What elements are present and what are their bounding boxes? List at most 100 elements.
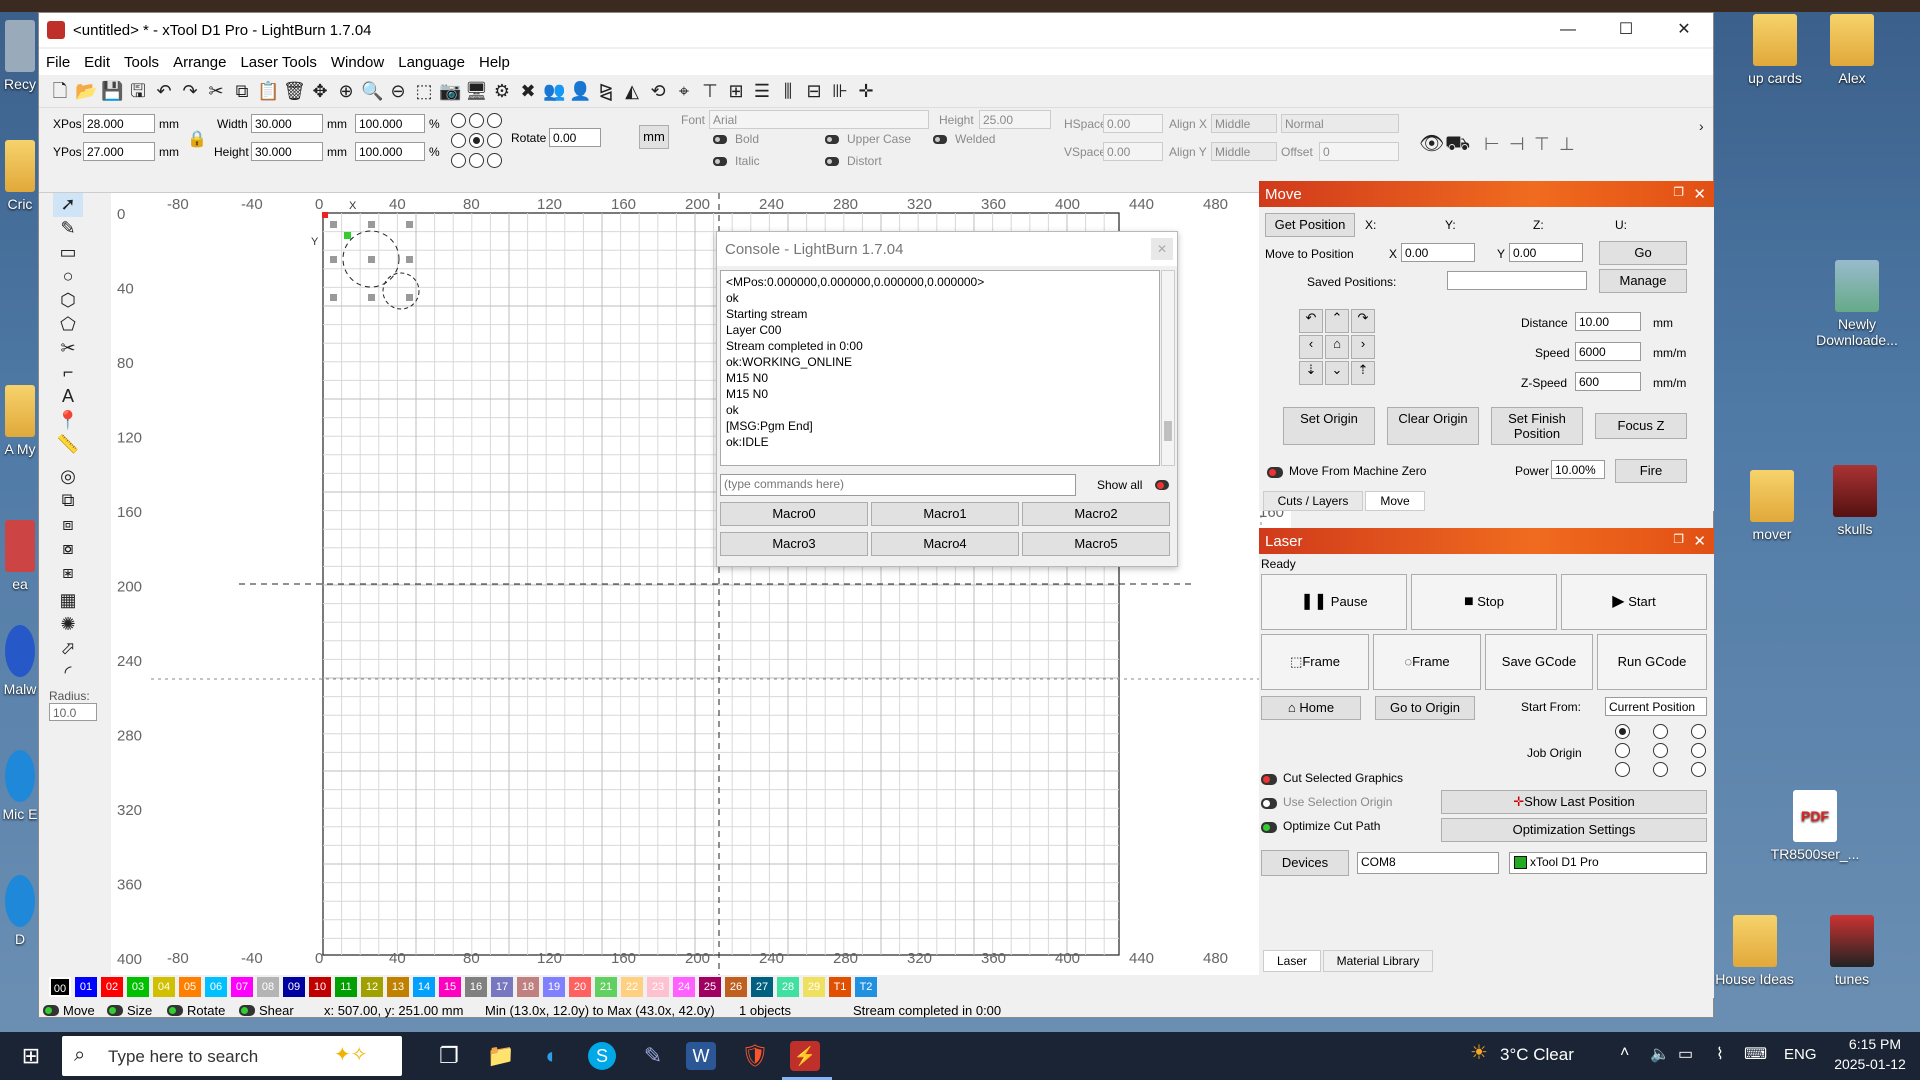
zoom-out-icon[interactable]: ⊖ [387, 80, 409, 102]
tray-chevron-icon[interactable]: ˄ [1620, 1044, 1629, 1062]
move-y-input[interactable]: 0.00 [1509, 243, 1583, 262]
text-mode-select[interactable]: Normal [1281, 114, 1399, 133]
desktop-icon-pdf[interactable]: PDF TR8500ser_... [1765, 790, 1865, 862]
layer-swatch[interactable]: 17 [491, 977, 513, 997]
layer-swatch[interactable]: 27 [751, 977, 773, 997]
save-gcode-button[interactable]: Save GCode [1485, 634, 1593, 690]
optimize-cut-path-toggle[interactable] [1261, 822, 1277, 833]
size-mode-toggle[interactable] [107, 1005, 123, 1016]
distance-input[interactable]: 10.00 [1575, 312, 1641, 331]
go-to-origin-button[interactable]: Go to Origin [1375, 696, 1475, 720]
move-from-zero-toggle[interactable] [1267, 467, 1283, 478]
tools-icon[interactable]: ✖ [517, 80, 539, 102]
open-folder-icon[interactable]: 📂 [75, 80, 97, 102]
font-height-input[interactable]: 25.00 [979, 110, 1051, 129]
ypos-input[interactable]: 27.000 [83, 142, 155, 161]
macro4-button[interactable]: Macro4 [871, 532, 1019, 556]
run-gcode-button[interactable]: Run GCode [1597, 634, 1707, 690]
jog-z-up-icon[interactable]: ⇡ [1351, 361, 1375, 385]
menu-laser-tools[interactable]: Laser Tools [233, 49, 323, 71]
desktop-icon-amy[interactable]: A My [0, 385, 40, 457]
edit-nodes-icon[interactable]: ✂ [53, 337, 83, 361]
layer-swatch[interactable]: 10 [309, 977, 331, 997]
preview-eye-icon[interactable]: 👁 [1419, 133, 1444, 155]
move-x-input[interactable]: 0.00 [1401, 243, 1475, 262]
paste-icon[interactable]: 📋 [257, 80, 279, 102]
distort-toggle[interactable] [825, 157, 839, 166]
tab-cuts-layers[interactable]: Cuts / Layers [1263, 491, 1363, 511]
task-view-icon[interactable]: ❐ [432, 1040, 466, 1072]
offset-input[interactable]: 0 [1319, 142, 1399, 161]
layer-swatch[interactable]: 08 [257, 977, 279, 997]
layer-swatch[interactable]: 07 [231, 977, 253, 997]
layer-swatch[interactable]: 25 [699, 977, 721, 997]
layer-swatch[interactable]: 12 [361, 977, 383, 997]
layer-swatch[interactable]: 16 [465, 977, 487, 997]
radius-input[interactable]: 10.0 [49, 703, 97, 721]
laser-panel-float-icon[interactable]: ❐ [1673, 532, 1684, 546]
move-panel-close-icon[interactable]: ✕ [1693, 185, 1706, 203]
menu-window[interactable]: Window [324, 49, 391, 71]
clear-origin-button[interactable]: Clear Origin [1387, 407, 1479, 445]
port-select[interactable]: COM8 [1357, 852, 1499, 874]
layer-swatch[interactable]: 19 [543, 977, 565, 997]
pan-icon[interactable]: ✥ [309, 80, 331, 102]
laser-panel-close-icon[interactable]: ✕ [1693, 532, 1706, 550]
desktop-icon-recycle[interactable]: Recy [0, 20, 40, 92]
desktop-icon-cric[interactable]: Cric [0, 140, 40, 212]
distribute-icon[interactable]: ☰ [751, 80, 773, 102]
width-input[interactable]: 30.000 [251, 114, 323, 133]
undo-icon[interactable]: ↶ [153, 80, 175, 102]
menu-help[interactable]: Help [472, 49, 517, 71]
clock-date[interactable]: 2025-01-12 [1830, 1056, 1910, 1072]
show-all-toggle[interactable] [1155, 480, 1169, 490]
desktop-icon-tunes[interactable]: tunes [1812, 915, 1892, 987]
jog-right-icon[interactable]: › [1351, 335, 1375, 359]
stop-button[interactable]: ■ Stop [1411, 574, 1557, 630]
font-select[interactable]: Arial [709, 110, 929, 129]
flip-horizontal-icon[interactable]: ⧎ [595, 80, 617, 102]
layer-swatch[interactable]: 09 [283, 977, 305, 997]
manage-button[interactable]: Manage [1599, 269, 1687, 293]
battery-icon[interactable]: ▭ [1678, 1044, 1693, 1064]
copy-icon[interactable]: ⧉ [231, 80, 253, 102]
align-y-select[interactable]: Middle [1211, 142, 1277, 161]
redo-icon[interactable]: ↷ [179, 80, 201, 102]
rotate-input[interactable]: 0.00 [549, 128, 601, 147]
jog-z-down-icon[interactable]: ⇣ [1299, 361, 1323, 385]
devices-button[interactable]: Devices [1261, 850, 1349, 876]
desktop-icon-skulls[interactable]: skulls [1815, 465, 1895, 537]
weld-icon[interactable]: ⧉ [53, 489, 83, 513]
tab-move[interactable]: Move [1365, 491, 1425, 511]
jog-up-icon[interactable]: ⌃ [1325, 309, 1349, 333]
jog-left-icon[interactable]: ‹ [1299, 335, 1323, 359]
save-as-icon[interactable]: 🖫 [127, 80, 149, 102]
layer-swatch[interactable]: 22 [621, 977, 643, 997]
desktop-icon-mover[interactable]: mover [1732, 470, 1812, 542]
zoom-fit-icon[interactable]: ⊕ [335, 80, 357, 102]
keyboard-icon[interactable]: ⌨ [1744, 1044, 1767, 1064]
save-icon[interactable]: 💾 [101, 80, 123, 102]
brave-icon[interactable]: 🛡 [738, 1040, 772, 1072]
desktop-icon-house-ideas[interactable]: House Ideas [1712, 915, 1797, 987]
optimization-settings-button[interactable]: Optimization Settings [1441, 818, 1707, 842]
toolbar-expand-icon[interactable]: › [1699, 115, 1704, 137]
desktop-icon-malw[interactable]: Malw [0, 625, 40, 697]
bold-toggle[interactable] [713, 135, 727, 144]
align-bottom-edge-icon[interactable]: ⊥ [1559, 133, 1575, 155]
layer-swatch[interactable]: T2 [855, 977, 877, 997]
crop-icon[interactable]: ⌐ [53, 361, 83, 385]
hspace-input[interactable]: 0.00 [1103, 114, 1163, 133]
group-icon[interactable]: 👥 [543, 80, 565, 102]
saved-positions-select[interactable] [1447, 271, 1587, 290]
minimize-button[interactable]: — [1539, 13, 1597, 47]
align-left-icon[interactable]: ⊢ [1484, 133, 1500, 155]
grid-array-icon[interactable]: ▦ [53, 589, 83, 613]
cut-selected-toggle[interactable] [1261, 774, 1277, 785]
mirror-icon[interactable]: ◭ [621, 80, 643, 102]
corner-radius-icon[interactable]: ◜ [53, 661, 83, 685]
delete-icon[interactable]: 🗑 [283, 80, 306, 102]
use-selection-origin-toggle[interactable] [1261, 798, 1277, 809]
monitor-icon[interactable]: 🖥 [465, 80, 488, 102]
width-percent-input[interactable]: 100.000 [355, 114, 425, 133]
